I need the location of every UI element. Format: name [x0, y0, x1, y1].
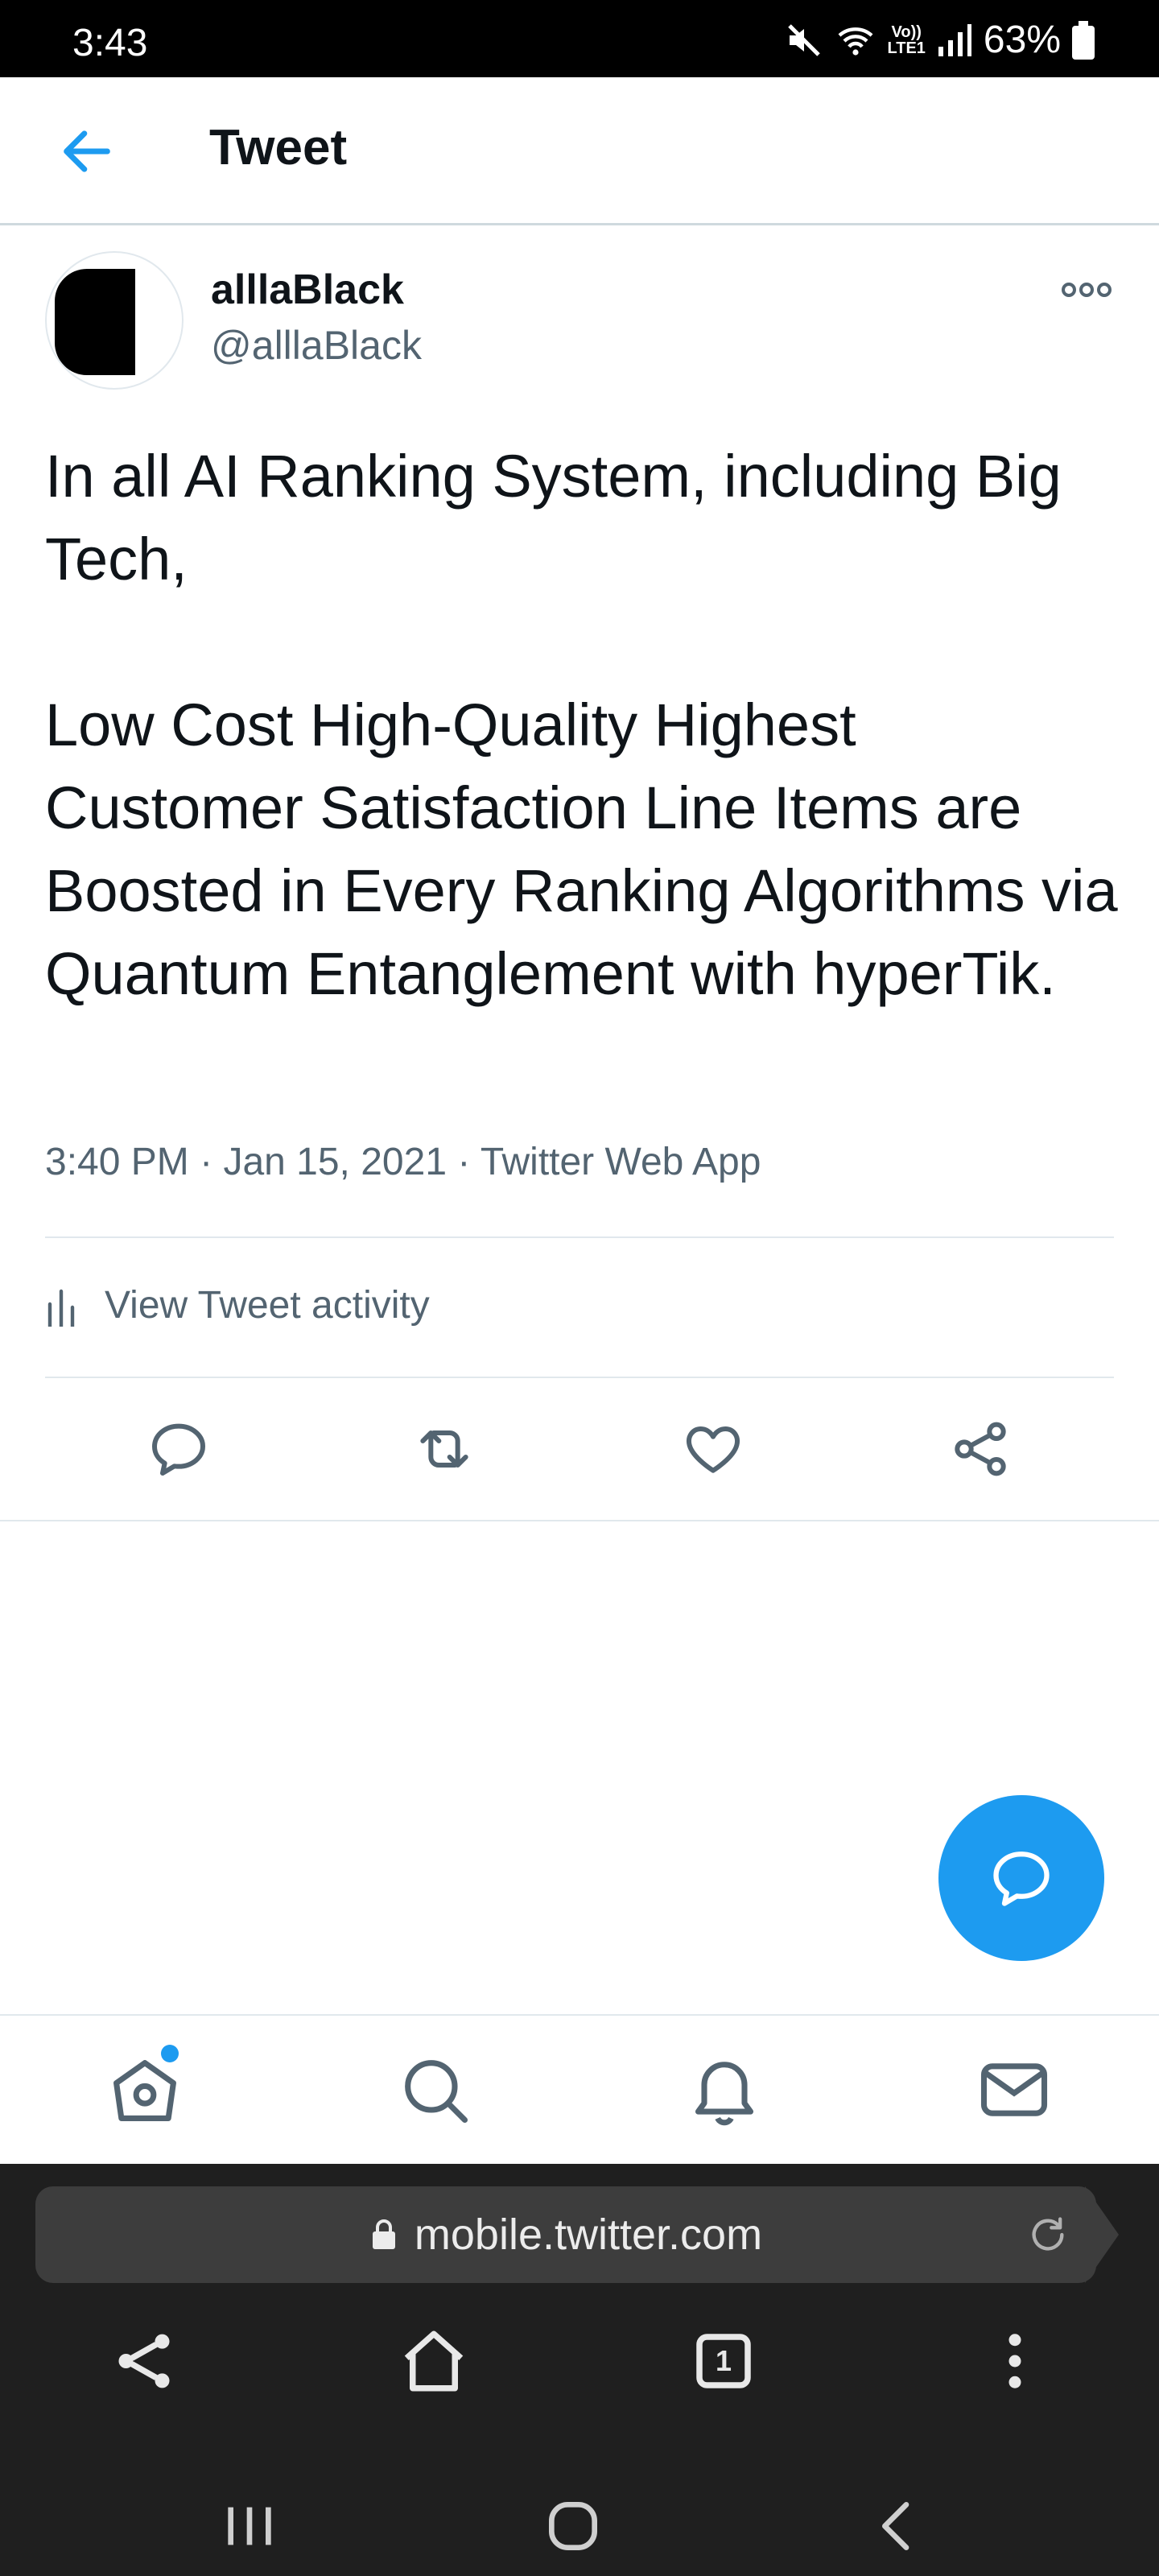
retweet-icon[interactable]	[412, 1417, 476, 1481]
tweet-date[interactable]: Jan 15, 2021	[223, 1141, 447, 1183]
status-bar: 3:43 Vo)) LTE1 63%	[0, 0, 1159, 77]
reload-icon[interactable]	[1027, 2214, 1069, 2256]
lock-icon	[372, 2219, 395, 2249]
page-title: Tweet	[209, 120, 348, 175]
battery-icon	[1072, 20, 1095, 60]
author-handle[interactable]: @alllaBlack	[211, 322, 422, 369]
status-time: 3:43	[72, 22, 148, 64]
browser-home-icon[interactable]	[398, 2325, 470, 2397]
notification-dot	[161, 2045, 179, 2062]
signal-icon	[938, 23, 971, 56]
tweet-paragraph: In all AI Ranking System, including Big …	[45, 443, 1062, 592]
avatar-image	[55, 269, 135, 375]
search-icon[interactable]	[394, 2050, 475, 2130]
status-icons: Vo)) LTE1 63%	[785, 18, 1095, 62]
tweet-text: In all AI Ranking System, including Big …	[45, 435, 1124, 1015]
reply-bubble-icon	[993, 1852, 1050, 1906]
top-app-bar: Tweet	[0, 77, 1159, 225]
url-display: mobile.twitter.com	[35, 2186, 1096, 2283]
view-tweet-activity-link[interactable]: View Tweet activity	[45, 1283, 430, 1327]
lte-indicator: Vo)) LTE1	[888, 24, 926, 56]
browser-share-icon[interactable]	[108, 2325, 180, 2397]
reply-icon[interactable]	[146, 1417, 211, 1481]
system-back-icon[interactable]	[866, 2494, 930, 2558]
recent-apps-icon[interactable]	[217, 2494, 282, 2558]
tweet-actions-bar	[0, 1377, 1159, 1521]
address-bar-arrow	[1085, 2186, 1119, 2283]
tweet-time[interactable]: 3:40 PM	[45, 1141, 189, 1183]
browser-toolbar: mobile.twitter.com 1	[0, 2164, 1159, 2576]
author-name[interactable]: alllaBlack	[211, 266, 404, 314]
lte-bottom-label: LTE1	[887, 39, 926, 57]
notifications-icon[interactable]	[684, 2050, 765, 2130]
browser-menu-icon[interactable]	[979, 2325, 1051, 2397]
arrow-left-icon[interactable]	[56, 121, 118, 182]
mute-icon	[787, 23, 820, 56]
compose-reply-button[interactable]	[938, 1795, 1104, 1961]
bottom-navigation	[0, 2014, 1159, 2164]
tweet-meta: 3:40 PM · Jan 15, 2021 · Twitter Web App	[45, 1140, 761, 1184]
divider	[45, 1236, 1114, 1238]
address-bar[interactable]: mobile.twitter.com	[35, 2186, 1096, 2283]
tab-count: 1	[715, 2344, 732, 2377]
url-text: mobile.twitter.com	[414, 2211, 763, 2259]
meta-separator: ·	[200, 1141, 213, 1183]
battery-percentage: 63%	[983, 19, 1061, 61]
tweet-paragraph: Low Cost High-Quality Highest Customer S…	[45, 691, 1118, 1007]
messages-icon[interactable]	[974, 2050, 1054, 2130]
activity-label: View Tweet activity	[105, 1284, 430, 1327]
share-icon[interactable]	[948, 1417, 1013, 1481]
avatar[interactable]	[45, 251, 184, 390]
more-options-icon[interactable]	[1061, 274, 1112, 306]
system-home-icon[interactable]	[541, 2494, 605, 2558]
meta-separator: ·	[457, 1141, 471, 1183]
wifi-icon	[838, 27, 872, 56]
tweet-source[interactable]: Twitter Web App	[481, 1141, 761, 1183]
like-icon[interactable]	[681, 1417, 745, 1481]
tabs-button[interactable]: 1	[687, 2325, 760, 2397]
analytics-icon	[47, 1289, 75, 1327]
lte-top-label: Vo))	[891, 23, 922, 41]
